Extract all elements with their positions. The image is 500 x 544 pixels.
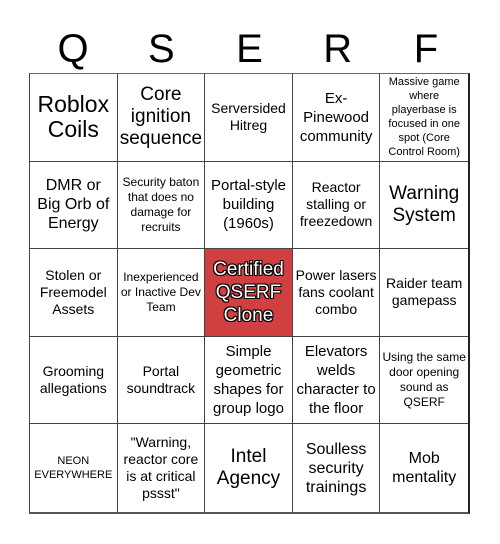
bingo-cell[interactable]: Inexperienced or Inactive Dev Team [117,249,206,337]
bingo-cell[interactable]: Intel Agency [205,424,293,512]
bingo-cell[interactable]: Serversided Hitreg [205,74,293,162]
bingo-grid: Roblox Coils Core ignition sequence Serv… [29,73,470,514]
free-space-cell[interactable]: Certified QSERF Clone [205,249,293,337]
bingo-cell[interactable]: Portal soundtrack [117,336,206,425]
bingo-cell[interactable]: Mob mentality [380,424,468,512]
bingo-cell[interactable]: Grooming allegations [30,336,118,425]
bingo-header: Q S E R F [29,26,470,72]
bingo-cell[interactable]: Power lasers fans coolant combo [292,249,381,337]
bingo-cell[interactable]: Roblox Coils [30,74,118,162]
bingo-cell[interactable]: Ex-Pinewood community [292,74,381,162]
header-letter-s: S [147,27,175,71]
bingo-cell[interactable]: DMR or Big Orb of Energy [30,161,118,250]
bingo-cell[interactable]: NEON EVERYWHERE [30,424,118,512]
bingo-cell[interactable]: Core ignition sequence [117,74,206,162]
bingo-cell[interactable]: Reactor stalling or freezedown [292,161,381,250]
bingo-cell[interactable]: Massive game where playerbase is focused… [380,74,468,162]
header-letter-r: R [323,27,353,71]
bingo-cell[interactable]: Simple geometric shapes for group logo [205,336,293,425]
header-letter-f: F [413,27,439,71]
bingo-cell[interactable]: Elevators welds character to the floor [292,336,381,425]
bingo-cell[interactable]: Portal-style building (1960s) [205,161,293,250]
bingo-cell[interactable]: Using the same door opening sound as QSE… [380,337,468,425]
bingo-cell[interactable]: Stolen or Freemodel Assets [30,249,118,337]
header-letter-q: Q [57,27,89,71]
bingo-cell[interactable]: Security baton that does no damage for r… [117,161,206,250]
bingo-cell[interactable]: Raider team gamepass [380,249,468,337]
bingo-cell[interactable]: Soulless security trainings [293,424,381,512]
bingo-cell[interactable]: "Warning, reactor core is at critical ps… [118,424,206,512]
bingo-cell[interactable]: Warning System [380,162,468,250]
header-letter-e: E [236,27,263,71]
